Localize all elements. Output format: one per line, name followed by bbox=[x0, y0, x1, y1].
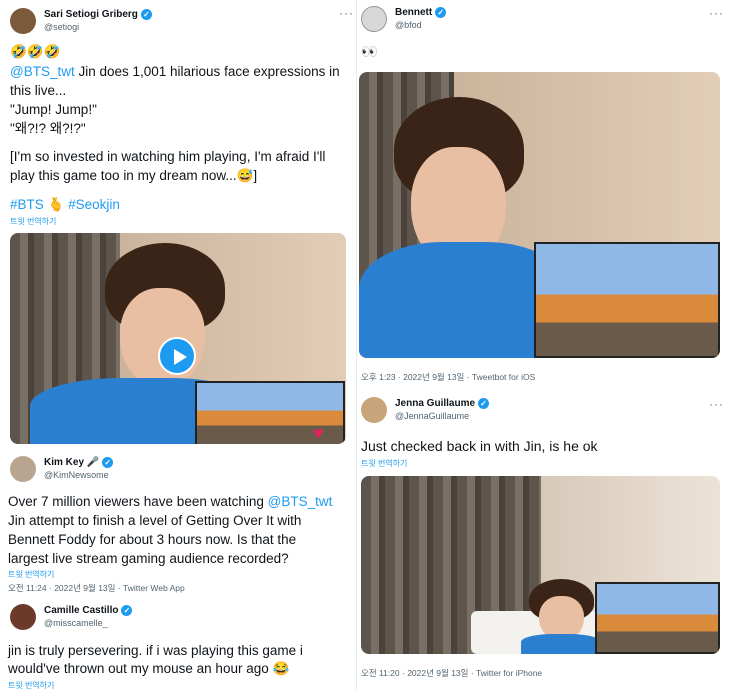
tweet-text-line: [I'm so invested in watching him playing… bbox=[10, 149, 326, 164]
verified-badge-icon: ✓ bbox=[121, 605, 133, 616]
pajama-image bbox=[521, 634, 601, 654]
display-name[interactable]: Bennett bbox=[395, 6, 432, 19]
hashtag-links[interactable]: #BTS 🫰 #Seokjin bbox=[10, 195, 120, 214]
translate-tweet-link[interactable]: 트윗 번역하기 bbox=[361, 458, 407, 469]
mention-link[interactable]: @BTS_twt bbox=[10, 64, 75, 79]
face-image bbox=[120, 288, 205, 388]
tweet-header-camille[interactable]: Camille Castillo ✓ @misscamelle_ bbox=[10, 604, 133, 630]
user-handle[interactable]: @KimNewsome bbox=[44, 469, 113, 482]
verified-badge-icon: ✓ bbox=[478, 398, 490, 409]
user-handle[interactable]: @setiogi bbox=[44, 21, 152, 34]
more-options-icon[interactable]: ··· bbox=[339, 6, 354, 20]
translate-tweet-link[interactable]: 트윗 번역하기 bbox=[8, 569, 54, 580]
tweet-header-bennett[interactable]: Bennett ✓ @bfod bbox=[361, 6, 447, 32]
tweet-video[interactable]: ♥ bbox=[10, 233, 346, 444]
tweet-text-line: "왜?!? 왜?!?" bbox=[10, 121, 86, 136]
game-overlay-image bbox=[595, 582, 720, 654]
tweet-text-line: would've thrown out my mouse an hour ago… bbox=[8, 661, 290, 676]
display-name[interactable]: Kim Key 🎤 bbox=[44, 456, 99, 469]
verified-badge-icon: ✓ bbox=[140, 9, 152, 20]
user-handle[interactable]: @bfod bbox=[395, 19, 446, 32]
display-name[interactable]: Sari Setiogi Griberg bbox=[44, 8, 138, 21]
avatar[interactable] bbox=[361, 397, 387, 423]
tweet-timestamp[interactable]: 오후 1:23 · 2022년 9월 13일 · Tweetbot for iO… bbox=[361, 371, 535, 383]
verified-badge-icon: ✓ bbox=[435, 7, 447, 18]
right-tweet-column: ··· Bennett ✓ @bfod ··· 👀 오후 1:23 · 2022년… bbox=[339, 0, 730, 691]
tweet-text-line: Jin attempt to finish a level of Getting… bbox=[8, 513, 302, 528]
avatar[interactable] bbox=[361, 6, 387, 32]
tweet-text-line: @BTS_twt Jin does 1,001 hilarious face e… bbox=[10, 64, 340, 79]
tweet-text-line: jin is truly persevering. if i was playi… bbox=[8, 643, 303, 658]
display-name[interactable]: Jenna Guillaume bbox=[395, 397, 475, 410]
tweet-timestamp[interactable]: 오전 11:24 · 2022년 9월 13일 · Twitter Web Ap… bbox=[8, 582, 185, 594]
tweet-header-kim[interactable]: Kim Key 🎤 ✓ @KimNewsome bbox=[10, 456, 114, 482]
tweet-text: 👀 bbox=[361, 44, 378, 59]
left-tweet-column: Sari Setiogi Griberg ✓ @setiogi 🤣🤣🤣 @BTS_… bbox=[0, 0, 356, 691]
tweet-text-line: largest live stream gaming audience reco… bbox=[8, 551, 289, 566]
tweet-text-line: play this game too in my dream now...😅] bbox=[10, 168, 258, 183]
tweet-text-line: Over 7 million viewers have been watchin… bbox=[8, 494, 333, 509]
tweet-header-jenna[interactable]: Jenna Guillaume ✓ @JennaGuillaume bbox=[361, 397, 490, 423]
more-options-icon[interactable]: ··· bbox=[709, 6, 724, 20]
avatar[interactable] bbox=[10, 604, 36, 630]
avatar[interactable] bbox=[10, 8, 36, 34]
display-name[interactable]: Camille Castillo bbox=[44, 604, 118, 617]
play-button-icon[interactable] bbox=[158, 337, 196, 375]
tweet-text-line: "Jump! Jump!" bbox=[10, 102, 97, 117]
mention-link[interactable]: @BTS_twt bbox=[268, 494, 333, 509]
tweet-text: Just checked back in with Jin, is he ok bbox=[361, 438, 598, 454]
tweet-video[interactable] bbox=[359, 72, 720, 358]
user-handle[interactable]: @misscamelle_ bbox=[44, 617, 132, 630]
more-options-icon[interactable]: ··· bbox=[709, 397, 724, 411]
tweet-timestamp[interactable]: 오전 11:20 · 2022년 9월 13일 · Twitter for iP… bbox=[361, 667, 542, 679]
verified-badge-icon: ✓ bbox=[102, 457, 114, 468]
translate-tweet-link[interactable]: 트윗 번역하기 bbox=[8, 680, 54, 691]
avatar[interactable] bbox=[10, 456, 36, 482]
tweet-video[interactable] bbox=[361, 476, 720, 654]
tweet-text-line: this live... bbox=[10, 83, 67, 98]
tweet-text-line: Bennett Foddy for about 3 hours now. Is … bbox=[8, 532, 297, 547]
translate-tweet-link[interactable]: 트윗 번역하기 bbox=[10, 216, 56, 227]
tweet-emoji-line: 🤣🤣🤣 bbox=[10, 44, 61, 59]
game-overlay-image bbox=[534, 242, 720, 358]
user-handle[interactable]: @JennaGuillaume bbox=[395, 410, 489, 423]
heart-icon: ♥ bbox=[313, 423, 324, 443]
tweet-header-sari[interactable]: Sari Setiogi Griberg ✓ @setiogi bbox=[10, 8, 152, 34]
